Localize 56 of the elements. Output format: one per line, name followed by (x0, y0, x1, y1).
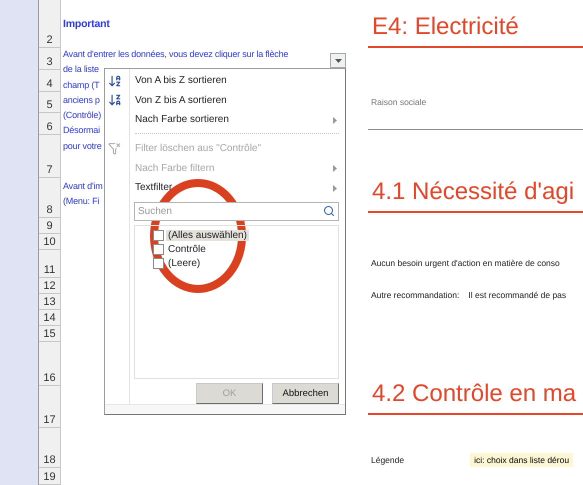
section-heading: 4.1 Nécessité d'agi (368, 178, 583, 213)
menu-item[interactable]: Textfilter (130, 178, 339, 198)
field-label: Raison sociale (371, 97, 428, 107)
row-header[interactable]: 19 (39, 468, 60, 485)
note-text: champ (T (63, 78, 100, 92)
note-text: (Contrôle) (63, 109, 102, 122)
caret-icon (334, 58, 342, 62)
sort-descending-icon (108, 93, 122, 108)
row-header[interactable]: 13 (39, 294, 60, 310)
checkbox[interactable] (153, 258, 164, 270)
resize-grip[interactable] (105, 404, 345, 414)
row-header[interactable]: 6 (39, 113, 60, 135)
row-header[interactable]: 16 (39, 342, 60, 386)
search-field[interactable]: Suchen (134, 202, 339, 222)
checkbox[interactable] (153, 230, 164, 242)
note-text: anciens p (63, 94, 100, 107)
row-header[interactable]: 15 (39, 326, 60, 342)
row-header[interactable]: 11 (39, 250, 60, 278)
summary-text: Aucun besoin urgent d'action en matière de conso (371, 258, 560, 268)
row-header[interactable]: 14 (39, 310, 60, 326)
note-text: pour votre (63, 140, 102, 153)
note-text: Désormai (63, 124, 100, 138)
clear-filter-icon (108, 142, 121, 156)
value-option[interactable]: (Alles auswählen) (166, 230, 249, 242)
filter-dropdown-button[interactable] (330, 53, 346, 68)
row-header[interactable]: 4 (39, 70, 60, 92)
note-text: de la liste (63, 63, 99, 76)
menu-item[interactable]: Von A bis Z sortieren (130, 71, 339, 90)
legend-value: ici: choix dans liste dérou (470, 453, 574, 467)
section-heading: 4.2 Contrôle en ma (368, 380, 583, 415)
recommendation-text: Il est recommandé de pas (468, 290, 566, 300)
value-option[interactable]: (Leere) (166, 258, 202, 270)
menu-item[interactable]: Von Z bis A sortieren (130, 90, 339, 110)
value-option[interactable]: Contrôle (166, 244, 208, 256)
note-text: Avant d'im (63, 180, 103, 194)
menu-item[interactable]: Nach Farbe sortieren (130, 110, 339, 130)
row-header[interactable]: 18 (39, 428, 60, 468)
row-header[interactable]: 5 (39, 92, 60, 113)
checkbox[interactable] (153, 244, 164, 256)
row-header[interactable]: 17 (39, 386, 60, 428)
note-text: (Menu: Fi (63, 195, 100, 208)
cancel-button[interactable]: Abbrechen (272, 382, 339, 404)
row-header[interactable]: 3 (39, 48, 60, 70)
row-header[interactable]: 9 (39, 218, 60, 234)
search-icon (323, 205, 335, 218)
note-title: Important (63, 18, 111, 30)
row-header[interactable]: 10 (39, 234, 60, 250)
sort-ascending-icon (108, 74, 122, 88)
report-title: E4: Electricité (368, 13, 583, 48)
field-label: Autre recommandation: (371, 290, 460, 300)
row-header[interactable]: 8 (39, 178, 60, 218)
row-header[interactable]: 12 (39, 278, 60, 294)
row-header[interactable]: 7 (39, 135, 60, 178)
row-header[interactable]: 2 (39, 0, 60, 48)
field-label: Légende (371, 455, 404, 465)
note-text: Avant d'entrer les données, vous devez cliquer sur la flèche (63, 48, 288, 61)
